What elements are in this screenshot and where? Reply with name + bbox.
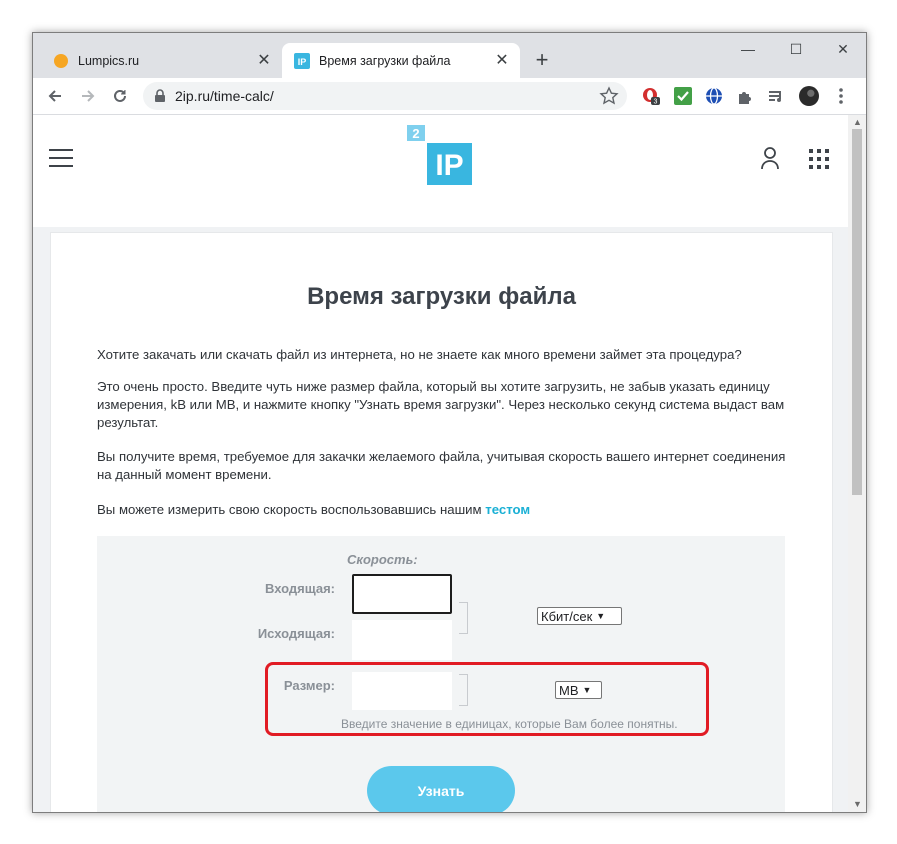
forward-button[interactable] xyxy=(76,84,100,108)
browser-menu-icon[interactable] xyxy=(831,86,851,106)
2ip-logo[interactable]: 2 IP xyxy=(406,125,474,187)
apps-grid-icon[interactable] xyxy=(808,148,830,170)
bookmark-star-icon[interactable] xyxy=(599,86,619,106)
calculate-button[interactable]: Узнать xyxy=(367,766,515,812)
speedtest-link[interactable]: тестом xyxy=(485,502,530,517)
incoming-speed-input[interactable] xyxy=(352,574,452,614)
url-text: 2ip.ru/time-calc/ xyxy=(175,88,274,104)
speed-unit-select[interactable]: Кбит/сек ▼ xyxy=(537,607,622,625)
scroll-thumb[interactable] xyxy=(852,129,862,495)
media-playlist-icon[interactable] xyxy=(766,86,786,106)
minimize-button[interactable]: — xyxy=(733,39,763,59)
tab-close-icon[interactable]: ✕ xyxy=(494,52,510,69)
tab-strip: Lumpics.ru ✕ IP Время загрузки файла ✕ +… xyxy=(33,33,866,78)
result-paragraph: Вы получите время, требуемое для закачки… xyxy=(97,449,786,482)
tab-title: Lumpics.ru xyxy=(78,53,140,68)
svg-text:IP: IP xyxy=(298,57,307,67)
back-button[interactable] xyxy=(43,84,67,108)
opera-extension-icon[interactable]: 3 xyxy=(641,86,661,106)
lumpics-favicon-icon xyxy=(54,53,68,68)
close-window-button[interactable]: ✕ xyxy=(828,39,858,59)
2ip-favicon-icon: IP xyxy=(294,52,310,69)
speedtest-text: Вы можете измерить свою скорость восполь… xyxy=(97,502,486,517)
incoming-label: Входящая: xyxy=(264,581,335,596)
tab-lumpics[interactable]: Lumpics.ru ✕ xyxy=(41,43,282,78)
arrow-right-icon xyxy=(82,90,95,102)
tab-time-calc[interactable]: IP Время загрузки файла ✕ xyxy=(282,43,520,78)
svg-text:3: 3 xyxy=(654,99,658,106)
maximize-button[interactable]: ☐ xyxy=(781,39,811,59)
puzzle-extensions-icon[interactable] xyxy=(735,86,755,106)
intro-paragraph: Хотите закачать или скачать файл из инте… xyxy=(97,347,742,362)
address-bar[interactable]: 2ip.ru/time-calc/ xyxy=(143,82,627,110)
browser-toolbar: 2ip.ru/time-calc/ 3 xyxy=(33,78,866,115)
scroll-up-icon[interactable]: ▲ xyxy=(853,117,862,127)
reload-icon xyxy=(114,89,126,102)
lock-icon xyxy=(155,89,165,102)
size-field-highlight xyxy=(265,662,709,736)
checkmark-extension-icon[interactable] xyxy=(673,86,693,106)
speed-bracket xyxy=(459,602,468,634)
instructions-paragraph: Это очень просто. Введите чуть ниже разм… xyxy=(97,379,785,430)
speed-unit-value: Кбит/сек xyxy=(541,608,593,624)
outgoing-speed-input[interactable] xyxy=(352,620,452,660)
profile-avatar[interactable] xyxy=(799,86,819,106)
new-tab-button[interactable]: + xyxy=(532,49,552,71)
page-scrollbar[interactable]: ▲ ▼ xyxy=(848,115,866,812)
user-icon[interactable] xyxy=(759,146,781,170)
tab-close-icon[interactable]: ✕ xyxy=(256,52,272,69)
reload-button[interactable] xyxy=(108,84,132,108)
chevron-down-icon: ▼ xyxy=(596,611,606,621)
speedtest-paragraph: Вы можете измерить свою скорость восполь… xyxy=(97,501,787,519)
vpn-globe-extension-icon[interactable] xyxy=(704,86,724,106)
site-header: 2 IP xyxy=(33,115,848,227)
tab-title: Время загрузки файла xyxy=(319,53,451,68)
arrow-left-icon xyxy=(48,90,61,102)
speed-title: Скорость: xyxy=(347,552,418,567)
scroll-down-icon[interactable]: ▼ xyxy=(853,799,862,809)
outgoing-label: Исходящая: xyxy=(257,626,335,641)
svg-text:2: 2 xyxy=(412,126,419,141)
hamburger-menu-icon[interactable] xyxy=(49,149,73,167)
svg-text:IP: IP xyxy=(435,149,463,182)
page-title: Время загрузки файла xyxy=(307,283,576,310)
